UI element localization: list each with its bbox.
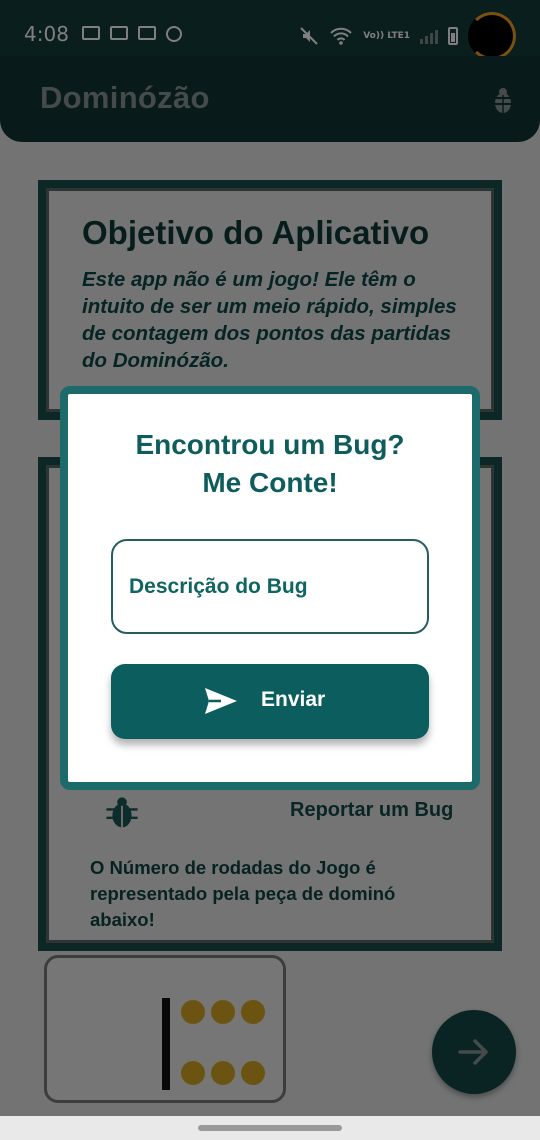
send-icon: [205, 688, 237, 714]
home-gesture-handle[interactable]: [198, 1125, 342, 1131]
dialog-title-line2: Me Conte!: [202, 467, 338, 498]
bug-description-input[interactable]: [111, 539, 429, 634]
system-nav-bar: [0, 1116, 540, 1140]
dialog-title: Encontrou um Bug? Me Conte!: [68, 426, 472, 502]
send-label: Enviar: [261, 688, 326, 711]
dialog-title-line1: Encontrou um Bug?: [135, 429, 405, 460]
send-button[interactable]: Enviar: [111, 664, 429, 739]
bug-report-dialog: Encontrou um Bug? Me Conte! Enviar: [60, 386, 480, 790]
